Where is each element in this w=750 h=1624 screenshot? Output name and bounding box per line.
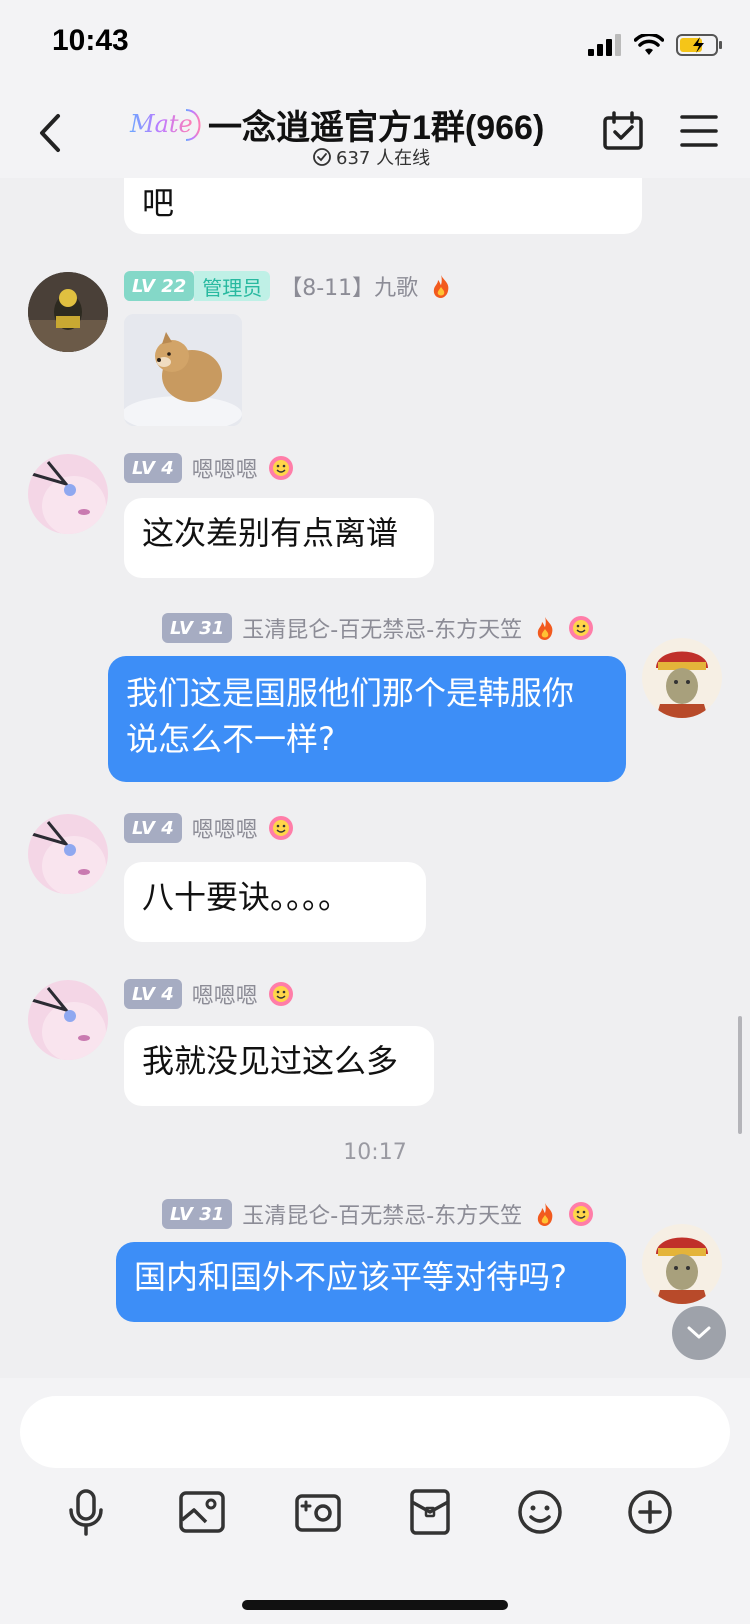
menu-icon[interactable] bbox=[680, 114, 718, 148]
message-text: 这次差别有点离谱 bbox=[142, 514, 399, 552]
calendar-icon[interactable] bbox=[602, 110, 644, 152]
avatar-image bbox=[28, 814, 108, 894]
avatar-image bbox=[642, 638, 722, 718]
message-text: 我就没见过这么多 bbox=[142, 1042, 399, 1080]
status-icons bbox=[588, 30, 724, 60]
message-text: 吧 bbox=[142, 184, 175, 222]
online-count: 637 人在线 bbox=[312, 144, 430, 170]
brand-logo: Mate bbox=[129, 109, 201, 141]
sender-meta: LV 31 玉清昆仑-百无禁忌-东方天笠 bbox=[162, 612, 594, 644]
wifi-icon bbox=[634, 34, 664, 55]
red-packet-icon bbox=[410, 1489, 450, 1535]
message-input[interactable] bbox=[20, 1396, 730, 1468]
smile-badge-icon bbox=[569, 1202, 594, 1226]
sender-name[interactable]: 嗯嗯嗯 bbox=[192, 812, 258, 844]
chevron-down-icon bbox=[687, 1326, 711, 1339]
battery-icon bbox=[676, 34, 722, 56]
message-text: 国内和国外不应该平等对待吗? bbox=[134, 1258, 567, 1296]
image-message[interactable] bbox=[124, 314, 242, 426]
clock-icon bbox=[313, 148, 331, 166]
sender-name[interactable]: 嗯嗯嗯 bbox=[192, 978, 258, 1010]
album-button[interactable] bbox=[172, 1482, 232, 1542]
signal-icon bbox=[588, 34, 621, 56]
back-button[interactable] bbox=[30, 108, 70, 158]
message-bubble-self[interactable]: 国内和国外不应该平等对待吗? bbox=[116, 1242, 626, 1322]
avatar-image bbox=[28, 454, 108, 534]
level-badge: LV 4 bbox=[124, 813, 182, 843]
more-button[interactable] bbox=[620, 1482, 680, 1542]
sender-meta: LV 4 嗯嗯嗯 bbox=[124, 978, 294, 1010]
admin-badge: 管理员 bbox=[194, 271, 271, 301]
level-badge: LV 4 bbox=[124, 979, 182, 1009]
shiba-photo bbox=[124, 314, 242, 426]
message-bubble[interactable]: 这次差别有点离谱 bbox=[124, 498, 434, 578]
sender-name[interactable]: 玉清昆仑-百无禁忌-东方天笠 bbox=[242, 612, 522, 644]
sender-name[interactable]: 嗯嗯嗯 bbox=[192, 452, 258, 484]
fire-icon bbox=[433, 275, 449, 298]
brand-text: Mate bbox=[129, 110, 193, 138]
message-text-line: 说怎么不一样? bbox=[126, 720, 335, 758]
smile-badge-icon bbox=[268, 456, 293, 480]
scroll-to-bottom-button[interactable] bbox=[672, 1306, 726, 1360]
group-title[interactable]: 一念逍遥官方1群(966) bbox=[208, 100, 544, 149]
avatar[interactable] bbox=[28, 980, 108, 1060]
avatar-image bbox=[28, 272, 108, 352]
avatar-image bbox=[28, 980, 108, 1060]
level-badge: LV 22 bbox=[124, 271, 195, 301]
avatar-image bbox=[642, 1224, 722, 1304]
self-avatar[interactable] bbox=[642, 1224, 722, 1304]
smile-badge-icon bbox=[569, 616, 594, 640]
message-bubble[interactable]: 吧 bbox=[124, 178, 642, 234]
voice-button[interactable] bbox=[56, 1482, 116, 1542]
fire-icon bbox=[537, 617, 553, 640]
message-bubble-self[interactable]: 我们这是国服他们那个是韩服你 说怎么不一样? bbox=[108, 656, 626, 782]
avatar[interactable] bbox=[28, 272, 108, 352]
message-text-line: 我们这是国服他们那个是韩服你 bbox=[126, 674, 575, 712]
smile-badge-icon bbox=[268, 816, 293, 840]
status-bar: 10:43 bbox=[0, 0, 750, 88]
plus-icon bbox=[628, 1490, 672, 1534]
sender-meta: LV 4 嗯嗯嗯 bbox=[124, 452, 294, 484]
sender-name[interactable]: 玉清昆仑-百无禁忌-东方天笠 bbox=[242, 1198, 522, 1230]
fire-icon bbox=[537, 1203, 553, 1226]
sender-name[interactable]: 【8-11】九歌 bbox=[280, 270, 418, 302]
microphone-icon bbox=[69, 1489, 103, 1536]
camera-button[interactable] bbox=[288, 1482, 348, 1542]
scrollbar[interactable] bbox=[738, 1016, 742, 1134]
emoji-button[interactable] bbox=[510, 1482, 570, 1542]
level-badge: LV 31 bbox=[162, 613, 233, 643]
self-avatar[interactable] bbox=[642, 638, 722, 718]
message-timestamp: 10:17 bbox=[343, 1140, 407, 1165]
level-badge: LV 4 bbox=[124, 453, 182, 483]
image-icon bbox=[179, 1491, 225, 1533]
smile-badge-icon bbox=[268, 982, 293, 1006]
level-badge: LV 31 bbox=[162, 1199, 233, 1229]
message-bubble[interactable]: 八十要诀。。。。 bbox=[124, 862, 426, 942]
online-count-text: 637 人在线 bbox=[336, 148, 431, 169]
avatar[interactable] bbox=[28, 454, 108, 534]
home-indicator[interactable] bbox=[242, 1600, 508, 1610]
status-time: 10:43 bbox=[52, 24, 129, 57]
chat-header: Mate 一念逍遥官方1群(966) 637 人在线 bbox=[0, 88, 750, 178]
composer bbox=[0, 1378, 750, 1624]
sender-meta: LV 4 嗯嗯嗯 bbox=[124, 812, 294, 844]
sender-meta: LV 31 玉清昆仑-百无禁忌-东方天笠 bbox=[162, 1198, 594, 1230]
sender-meta: LV 22 管理员 【8-11】九歌 bbox=[124, 270, 454, 302]
red-packet-button[interactable] bbox=[400, 1482, 460, 1542]
message-text: 八十要诀。。。。 bbox=[142, 878, 351, 916]
chat-message-list[interactable]: 吧 LV 22 管理员 【8-11】九歌 LV 4 嗯嗯嗯 这次差别有点离谱 L… bbox=[0, 178, 750, 1378]
emoji-icon bbox=[518, 1490, 562, 1534]
avatar[interactable] bbox=[28, 814, 108, 894]
message-bubble[interactable]: 我就没见过这么多 bbox=[124, 1026, 434, 1106]
camera-icon bbox=[295, 1494, 341, 1532]
